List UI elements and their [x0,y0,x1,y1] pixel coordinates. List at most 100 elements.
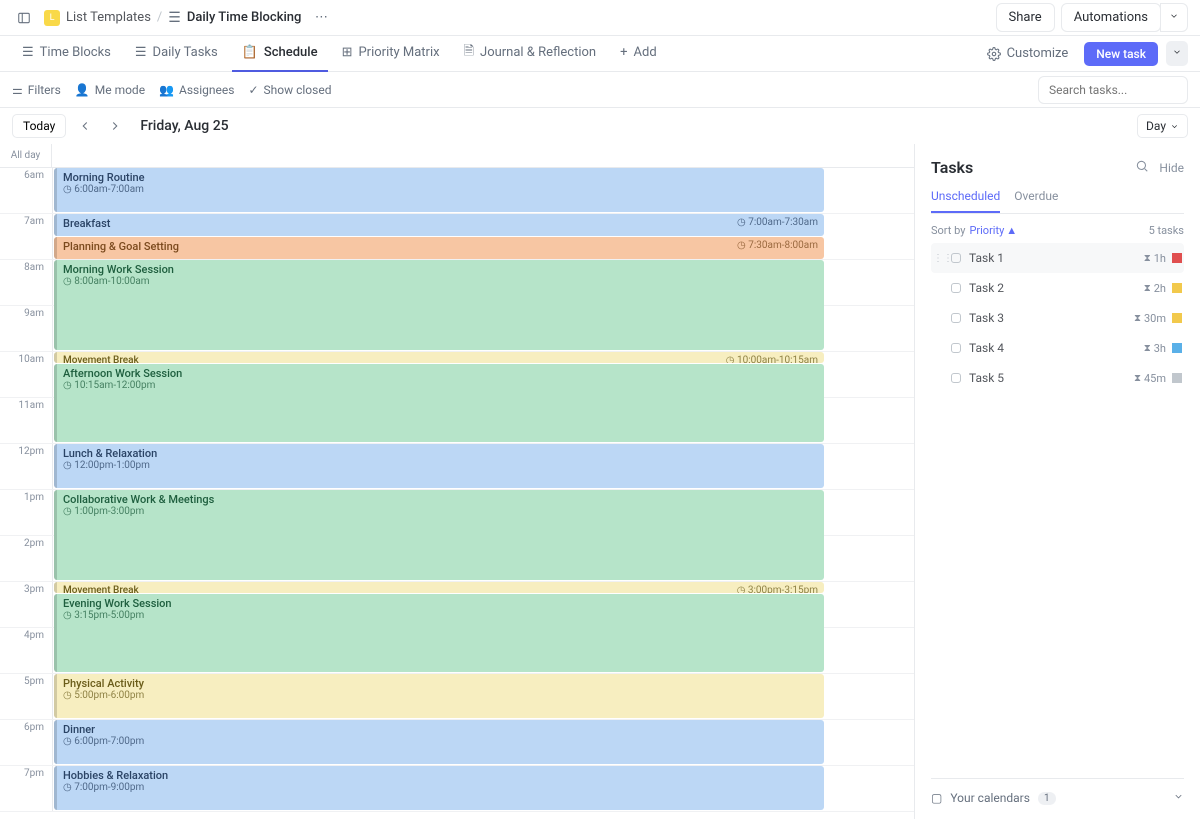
event-time: ◷ 3:00pm-3:15pm [737,585,818,593]
calendars-count-badge: 1 [1038,792,1056,805]
tab-overdue[interactable]: Overdue [1014,189,1058,213]
view-range-selector[interactable]: Day [1137,114,1188,138]
task-duration: ⧗30m [1134,312,1166,325]
event-title: Movement Break [63,585,818,593]
hour-label: 9am [0,306,52,351]
add-view-button[interactable]: +Add [610,36,667,72]
chevron-down-icon[interactable] [1173,791,1184,805]
hour-label: 10am [0,352,52,397]
today-button[interactable]: Today [12,114,66,138]
date-nav: Today Friday, Aug 25 Day [0,108,1200,144]
hour-label: 4pm [0,628,52,673]
new-task-button[interactable]: New task [1084,42,1158,66]
tab-journal[interactable]: 🗎Journal & Reflection [454,36,607,72]
breadcrumb-list[interactable]: Daily Time Blocking [187,10,302,25]
breadcrumb: L List Templates / ☰ Daily Time Blocking… [44,6,333,30]
drag-handle-icon[interactable]: ⋮⋮ [933,253,943,264]
sort-label: Sort by [931,224,965,237]
calendar-event[interactable]: Evening Work Session◷ 3:15pm-5:00pm [54,594,824,672]
share-button[interactable]: Share [996,3,1055,32]
sidebar-toggle-icon[interactable] [12,6,36,30]
tasks-panel-title: Tasks [931,158,1135,177]
calendar-event[interactable]: Breakfast◷ 7:00am-7:30am [54,214,824,236]
task-status-checkbox[interactable] [951,313,961,323]
search-icon[interactable] [1135,159,1149,176]
task-status-checkbox[interactable] [951,373,961,383]
calendar-event[interactable]: Morning Routine◷ 6:00am-7:00am [54,168,824,212]
person-icon: 👤 [75,83,90,97]
calendar[interactable]: All day 6am7am8am9am10am11am12pm1pm2pm3p… [0,144,915,819]
task-status-checkbox[interactable] [951,283,961,293]
priority-flag-icon[interactable] [1172,313,1182,323]
current-date: Friday, Aug 25 [140,118,228,134]
calendar-event[interactable]: Movement Break◷ 10:00am-10:15am [54,352,824,363]
event-time: ◷ 12:00pm-1:00pm [63,460,818,471]
task-row[interactable]: ⋮⋮Task 4⧗3h [931,333,1184,363]
hour-label: 6pm [0,720,52,765]
hour-label: 12pm [0,444,52,489]
more-icon[interactable]: ⋯ [309,6,333,30]
calendar-event[interactable]: Collaborative Work & Meetings◷ 1:00pm-3:… [54,490,824,580]
event-time: ◷ 7:00am-7:30am [737,217,818,228]
me-mode-button[interactable]: 👤Me mode [75,83,145,97]
customize-button[interactable]: Customize [987,46,1069,61]
hourglass-icon: ⧗ [1144,343,1151,354]
hour-label: 3pm [0,582,52,627]
list-icon: ☰ [168,10,181,26]
hour-label: 11am [0,398,52,443]
event-title: Physical Activity [63,677,818,690]
task-row[interactable]: ⋮⋮Task 1⧗1h [931,243,1184,273]
calendar-icon: ▢ [931,791,942,805]
automations-button[interactable]: Automations [1061,3,1161,32]
next-day-button[interactable] [104,115,126,137]
event-title: Hobbies & Relaxation [63,769,818,782]
task-status-checkbox[interactable] [951,343,961,353]
task-name: Task 2 [969,281,1144,295]
breadcrumb-folder[interactable]: List Templates [66,10,151,25]
event-title: Afternoon Work Session [63,367,818,380]
tab-time-blocks[interactable]: ☰Time Blocks [12,36,121,72]
event-title: Lunch & Relaxation [63,447,818,460]
automations-dropdown[interactable] [1160,3,1188,32]
task-status-checkbox[interactable] [951,253,961,263]
hide-button[interactable]: Hide [1159,161,1184,175]
calendar-event[interactable]: Morning Work Session◷ 8:00am-10:00am [54,260,824,350]
priority-flag-icon[interactable] [1172,253,1182,263]
calendar-event[interactable]: Hobbies & Relaxation◷ 7:00pm-9:00pm [54,766,824,810]
tab-schedule[interactable]: 📋Schedule [232,36,328,72]
task-name: Task 3 [969,311,1134,325]
priority-flag-icon[interactable] [1172,373,1182,383]
calendar-event[interactable]: Afternoon Work Session◷ 10:15am-12:00pm [54,364,824,442]
sort-dropdown[interactable]: Priority▲ [969,224,1017,237]
task-duration: ⧗2h [1144,282,1166,295]
hourglass-icon: ⧗ [1144,283,1151,294]
show-closed-button[interactable]: ✓Show closed [248,83,331,97]
calendar-event[interactable]: Planning & Goal Setting◷ 7:30am-8:00am [54,237,824,259]
task-row[interactable]: ⋮⋮Task 2⧗2h [931,273,1184,303]
search-input[interactable] [1038,76,1188,104]
calendar-event[interactable]: Dinner◷ 6:00pm-7:00pm [54,720,824,764]
tab-priority-matrix[interactable]: ⊞Priority Matrix [332,36,450,72]
event-time: ◷ 7:00pm-9:00pm [63,782,818,793]
calendar-event[interactable]: Physical Activity◷ 5:00pm-6:00pm [54,674,824,718]
chart-icon: ⊞ [342,45,353,60]
priority-flag-icon[interactable] [1172,283,1182,293]
task-row[interactable]: ⋮⋮Task 3⧗30m [931,303,1184,333]
task-row[interactable]: ⋮⋮Task 5⧗45m [931,363,1184,393]
your-calendars-label: Your calendars [950,791,1030,805]
event-time: ◷ 10:00am-10:15am [726,355,818,363]
assignees-button[interactable]: 👥Assignees [159,83,234,97]
tab-daily-tasks[interactable]: ☰Daily Tasks [125,36,228,72]
tab-unscheduled[interactable]: Unscheduled [931,189,1000,213]
calendar-event[interactable]: Lunch & Relaxation◷ 12:00pm-1:00pm [54,444,824,488]
tasks-panel: Tasks Hide Unscheduled Overdue Sort by P… [915,144,1200,819]
priority-flag-icon[interactable] [1172,343,1182,353]
doc-icon: 🗎 [464,42,474,64]
check-icon: ✓ [248,83,258,97]
calendar-event[interactable]: Movement Break◷ 3:00pm-3:15pm [54,582,824,593]
prev-day-button[interactable] [74,115,96,137]
new-task-dropdown[interactable] [1166,41,1188,66]
your-calendars[interactable]: ▢ Your calendars 1 [931,778,1184,805]
filters-button[interactable]: ⚌Filters [12,83,61,97]
event-time: ◷ 5:00pm-6:00pm [63,690,818,701]
